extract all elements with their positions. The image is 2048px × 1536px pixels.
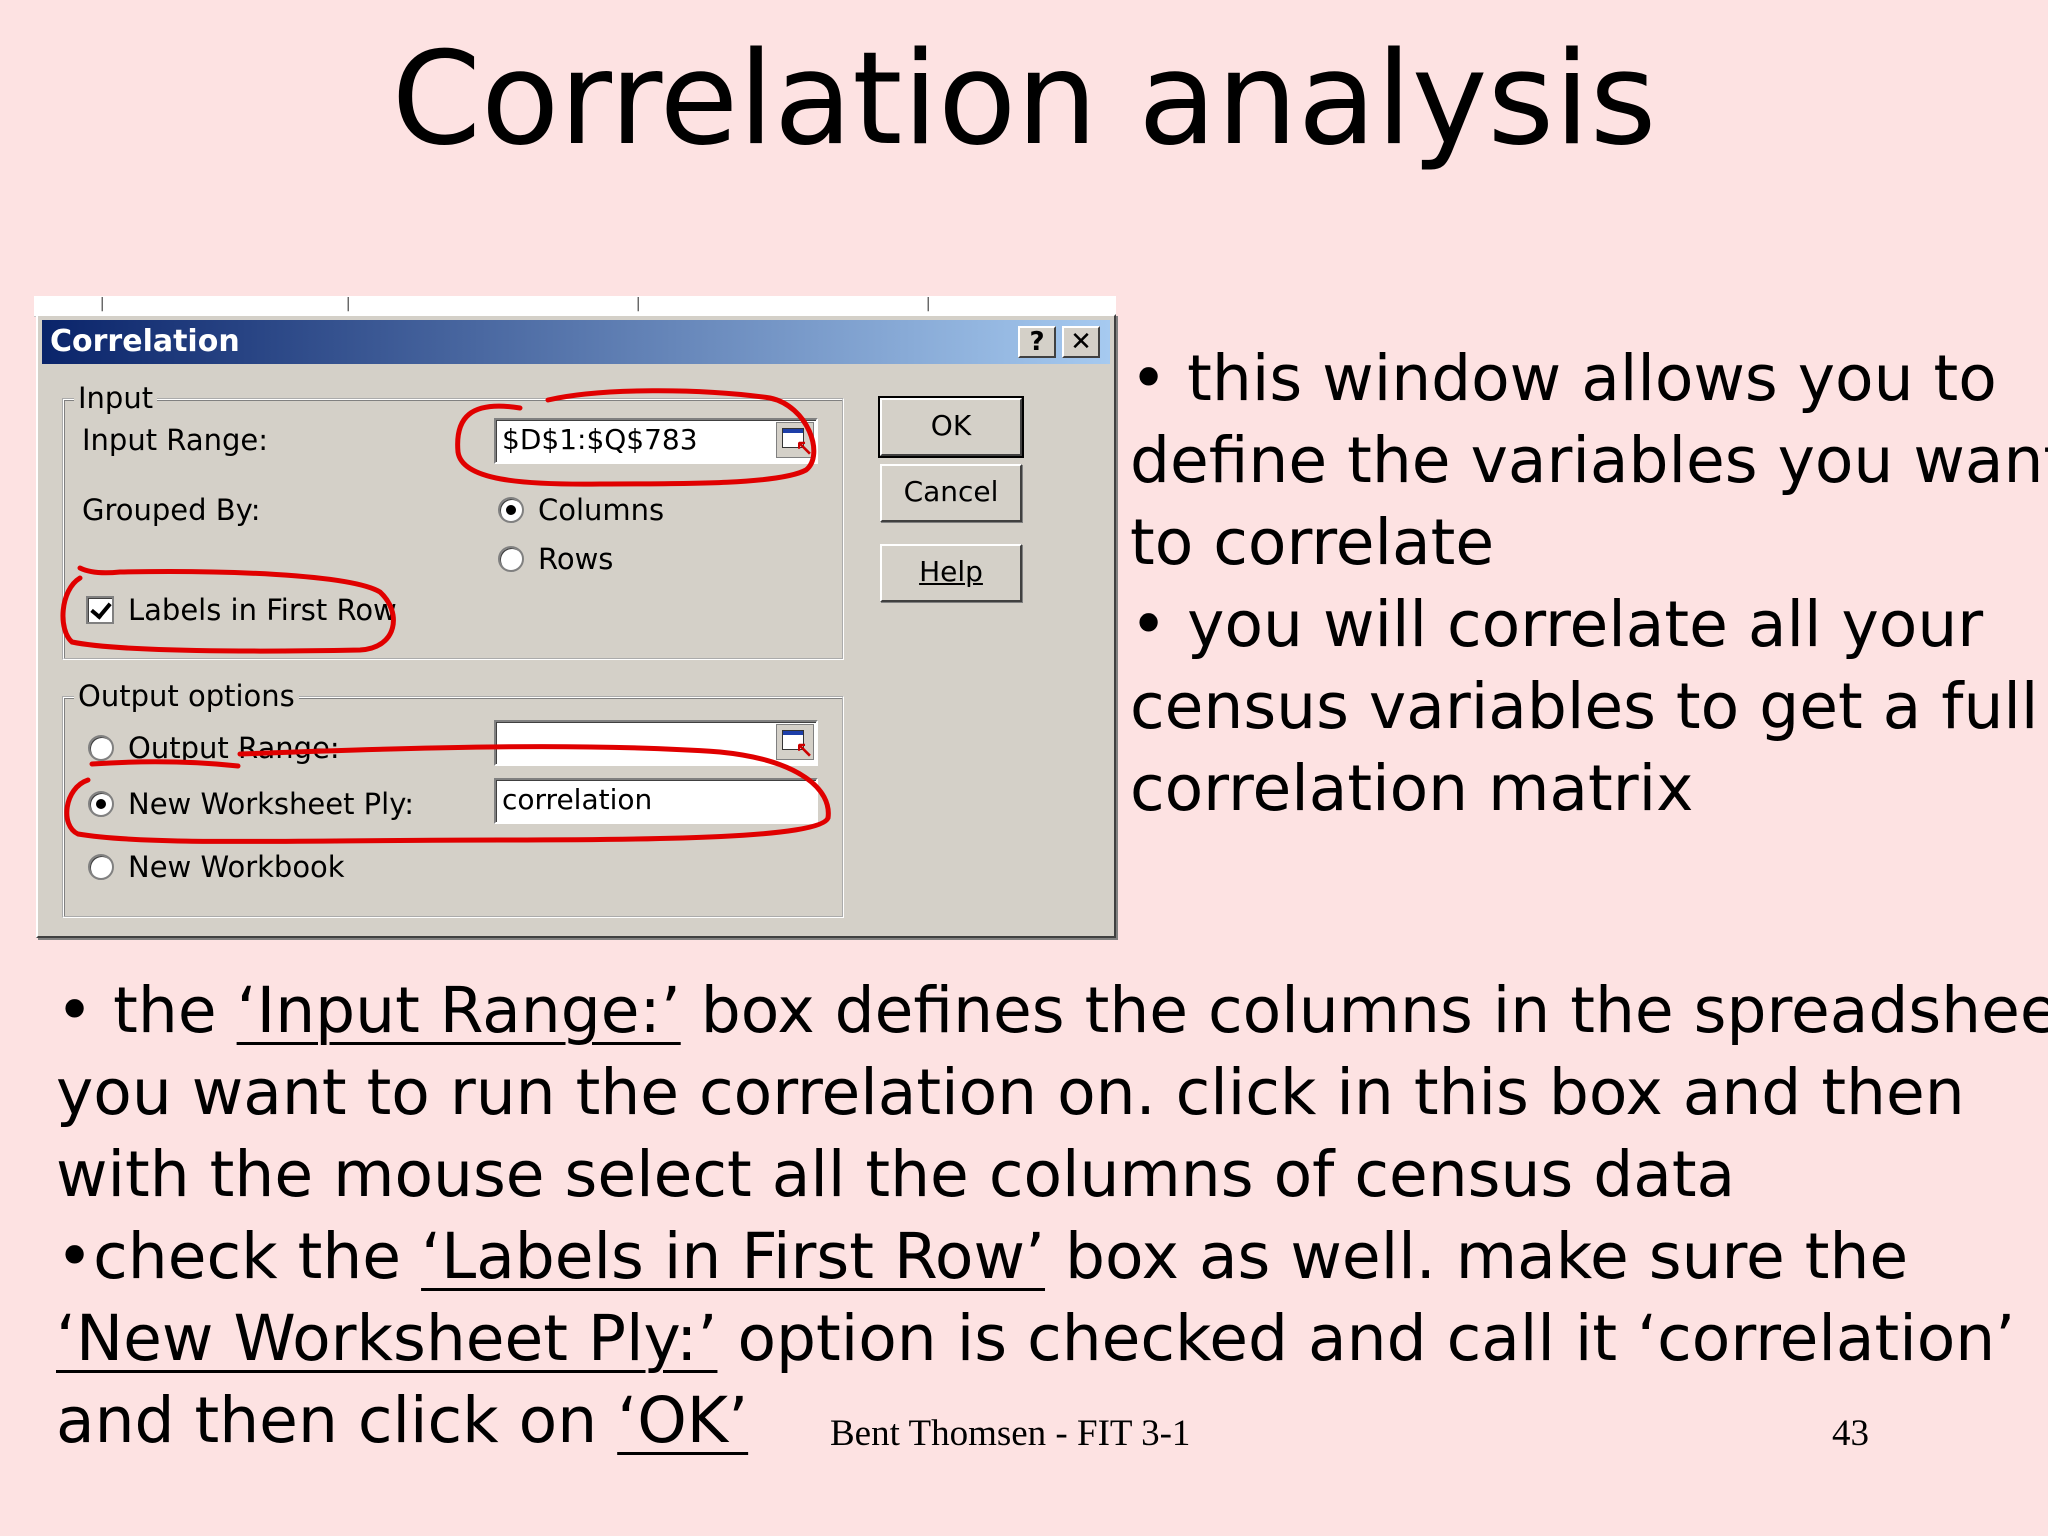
labels-first-row-checkbox[interactable]: [86, 596, 114, 624]
footer-author: Bent Thomsen - FIT 3-1: [830, 1413, 1191, 1454]
range-picker-icon[interactable]: ↖: [776, 422, 814, 461]
slide-title: Correlation analysis: [391, 25, 1657, 174]
output-range-label: Output Range:: [128, 731, 340, 765]
grouped-by-label: Grouped By:: [82, 493, 261, 527]
labels-first-row-reference: ‘Labels in First Row’: [421, 1220, 1046, 1293]
rows-radio[interactable]: [498, 546, 524, 572]
columns-radio[interactable]: [498, 497, 524, 523]
right-text-line: to correlate: [1130, 506, 1495, 579]
close-icon[interactable]: ✕: [1062, 326, 1100, 358]
bottom-text-line: ‘New Worksheet Ply:’ option is checked a…: [56, 1302, 2016, 1375]
output-group-legend: Output options: [74, 678, 299, 714]
right-text-line: • you will correlate all your: [1130, 588, 1984, 661]
help-icon[interactable]: ?: [1018, 326, 1056, 358]
input-range-label: Input Range:: [82, 423, 268, 457]
input-range-reference: ‘Input Range:’: [236, 974, 681, 1047]
new-worksheet-label: New Worksheet Ply:: [128, 787, 415, 821]
cancel-button[interactable]: Cancel: [880, 464, 1022, 522]
bottom-text-line: you want to run the correlation on. clic…: [56, 1056, 1965, 1129]
bottom-text-line: • the ‘Input Range:’ box defines the col…: [56, 974, 2048, 1047]
bottom-text-line: •check the ‘Labels in First Row’ box as …: [56, 1220, 1909, 1293]
output-range-radio[interactable]: [88, 735, 114, 761]
dialog-titlebar[interactable]: Correlation ? ✕: [42, 320, 1110, 364]
output-range-field[interactable]: ↖: [494, 720, 818, 766]
new-worksheet-value: correlation: [502, 783, 653, 816]
new-worksheet-radio[interactable]: [88, 791, 114, 817]
input-range-field[interactable]: $D$1:$Q$783 ↖: [494, 418, 818, 464]
new-workbook-label: New Workbook: [128, 850, 345, 884]
ok-button[interactable]: OK: [878, 396, 1024, 458]
new-worksheet-field[interactable]: correlation: [494, 778, 818, 824]
right-text-line: define the variables you want: [1130, 424, 2048, 497]
new-worksheet-reference: ‘New Worksheet Ply:’: [56, 1302, 718, 1375]
dialog-title: Correlation: [50, 324, 240, 359]
columns-label: Columns: [538, 493, 665, 527]
page-number: 43: [1832, 1413, 1869, 1454]
rows-label: Rows: [538, 542, 614, 576]
bottom-text-line: and then click on ‘OK’: [56, 1384, 749, 1457]
range-picker-icon[interactable]: ↖: [776, 724, 814, 763]
labels-first-row-label: Labels in First Row: [128, 593, 397, 627]
ok-reference: ‘OK’: [617, 1384, 749, 1457]
right-text-line: • this window allows you to: [1130, 342, 1997, 415]
help-button[interactable]: Help: [880, 544, 1022, 602]
bottom-text-line: with the mouse select all the columns of…: [56, 1138, 1736, 1211]
input-group-legend: Input: [74, 380, 158, 416]
right-text-line: correlation matrix: [1130, 752, 1694, 825]
right-text-line: census variables to get a full: [1130, 670, 2039, 743]
correlation-dialog: Correlation ? ✕ Input Input Range: $D$1:…: [36, 314, 1116, 938]
new-workbook-radio[interactable]: [88, 854, 114, 880]
input-range-value: $D$1:$Q$783: [502, 423, 698, 456]
